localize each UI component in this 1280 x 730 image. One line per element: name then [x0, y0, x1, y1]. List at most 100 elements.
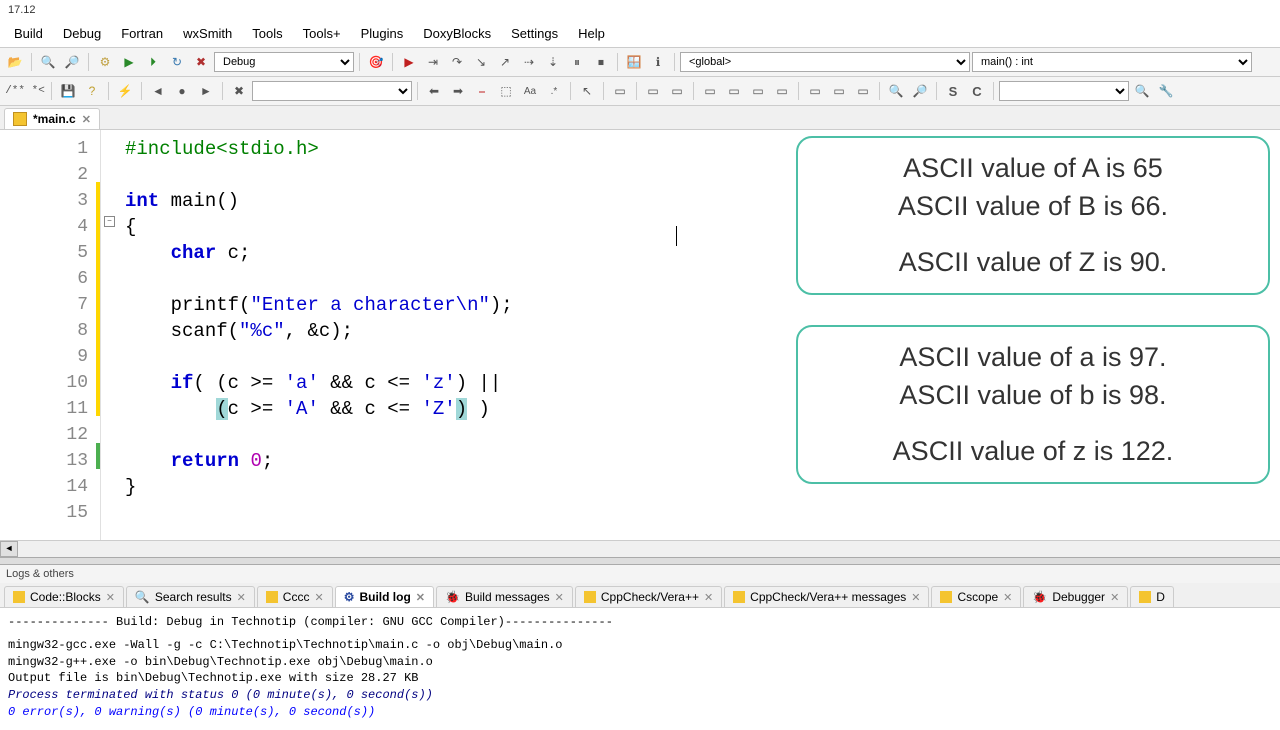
- menu-help[interactable]: Help: [568, 20, 615, 47]
- match-case-icon[interactable]: Aa: [519, 80, 541, 102]
- build-run-icon[interactable]: ⏵: [142, 51, 164, 73]
- step-into-icon[interactable]: ↘: [470, 51, 492, 73]
- menu-fortran[interactable]: Fortran: [111, 20, 173, 47]
- codeblocks-icon: [13, 591, 25, 603]
- scroll-left-icon[interactable]: ◄: [0, 541, 18, 557]
- menu-toolsplus[interactable]: Tools+: [293, 20, 351, 47]
- menu-plugins[interactable]: Plugins: [351, 20, 414, 47]
- break-icon[interactable]: ⏸: [566, 51, 588, 73]
- info-icon[interactable]: ℹ: [647, 51, 669, 73]
- close-icon[interactable]: ✕: [1110, 591, 1119, 604]
- close-icon[interactable]: ✕: [704, 591, 713, 604]
- step-out-icon[interactable]: ↗: [494, 51, 516, 73]
- search-combo[interactable]: [999, 81, 1129, 101]
- menu-build[interactable]: Build: [4, 20, 53, 47]
- log-line: mingw32-g++.exe -o bin\Debug\Technotip.e…: [8, 654, 1272, 671]
- source-icon[interactable]: S: [942, 80, 964, 102]
- function-select[interactable]: main() : int: [972, 52, 1252, 72]
- nav-current-icon[interactable]: ●: [171, 80, 193, 102]
- close-icon[interactable]: ✕: [237, 591, 246, 604]
- debug-run-icon[interactable]: ▶: [398, 51, 420, 73]
- menu-doxyblocks[interactable]: DoxyBlocks: [413, 20, 501, 47]
- build-config-select[interactable]: Debug: [214, 52, 354, 72]
- close-icon[interactable]: ✕: [1003, 591, 1012, 604]
- wand-icon[interactable]: ⚡: [114, 80, 136, 102]
- close-icon[interactable]: ✕: [416, 591, 425, 604]
- find-icon[interactable]: 🔍: [37, 51, 59, 73]
- tab-more[interactable]: D: [1130, 586, 1174, 607]
- btn7-icon[interactable]: ▭: [804, 80, 826, 102]
- nav-back-icon[interactable]: ◄: [147, 80, 169, 102]
- file-tab-main-c[interactable]: *main.c ✕: [4, 108, 100, 129]
- tab-build-log[interactable]: ⚙Build log✕: [335, 586, 434, 607]
- btn8-icon[interactable]: ▭: [828, 80, 850, 102]
- find-replace-icon[interactable]: 🔎: [61, 51, 83, 73]
- scope-select[interactable]: <global>: [680, 52, 970, 72]
- btn9-icon[interactable]: ▭: [852, 80, 874, 102]
- abort-icon[interactable]: ✖: [190, 51, 212, 73]
- menu-tools[interactable]: Tools: [242, 20, 292, 47]
- log-line: Process terminated with status 0 (0 minu…: [8, 687, 1272, 704]
- build-icon[interactable]: ⚙: [94, 51, 116, 73]
- btn1-icon[interactable]: ▭: [642, 80, 664, 102]
- tab-codeblocks[interactable]: Code::Blocks✕: [4, 586, 124, 607]
- close-icon[interactable]: ✕: [82, 113, 91, 126]
- menu-debug[interactable]: Debug: [53, 20, 111, 47]
- options-icon[interactable]: 🔧: [1155, 80, 1177, 102]
- refresh-icon[interactable]: C: [966, 80, 988, 102]
- btn6-icon[interactable]: ▭: [771, 80, 793, 102]
- menu-settings[interactable]: Settings: [501, 20, 568, 47]
- tab-search-results[interactable]: 🔍Search results✕: [126, 586, 255, 607]
- code-text-area[interactable]: #include<stdio.h> int main() { char c; p…: [119, 130, 1280, 540]
- btn3-icon[interactable]: ▭: [699, 80, 721, 102]
- btn5-icon[interactable]: ▭: [747, 80, 769, 102]
- open-icon[interactable]: 📂: [4, 51, 26, 73]
- comment-block-icon[interactable]: /** *<: [4, 80, 46, 102]
- file-tab-label: *main.c: [33, 112, 76, 126]
- regex-icon[interactable]: .*: [543, 80, 565, 102]
- log-line: Output file is bin\Debug\Technotip.exe w…: [8, 670, 1272, 687]
- tab-cppcheck-messages[interactable]: CppCheck/Vera++ messages✕: [724, 586, 929, 607]
- run-to-cursor-icon[interactable]: ⇥: [422, 51, 444, 73]
- tab-build-messages[interactable]: 🐞Build messages✕: [436, 586, 573, 607]
- btn2-icon[interactable]: ▭: [666, 80, 688, 102]
- pointer-icon[interactable]: ↖: [576, 80, 598, 102]
- forward-icon[interactable]: ➡: [447, 80, 469, 102]
- close-icon[interactable]: ✕: [314, 591, 323, 604]
- zoom-out-icon[interactable]: 🔎: [909, 80, 931, 102]
- close-icon[interactable]: ✕: [555, 591, 564, 604]
- step-instr-icon[interactable]: ⇢: [518, 51, 540, 73]
- highlight-icon[interactable]: ⎯: [471, 80, 493, 102]
- tab-cppcheck[interactable]: CppCheck/Vera++✕: [575, 586, 722, 607]
- jump-select[interactable]: [252, 81, 412, 101]
- splitter[interactable]: [0, 557, 1280, 565]
- log-line: mingw32-gcc.exe -Wall -g -c C:\Technotip…: [8, 637, 1272, 654]
- code-editor[interactable]: 1 2 3 4 5 6 7 8 9 10 11 12 13 14 15 − #i…: [0, 130, 1280, 540]
- rebuild-icon[interactable]: ↻: [166, 51, 188, 73]
- close-icon[interactable]: ✕: [106, 591, 115, 604]
- select-icon[interactable]: ⬚: [495, 80, 517, 102]
- help-icon[interactable]: ?: [81, 80, 103, 102]
- zoom-in-icon[interactable]: 🔍: [885, 80, 907, 102]
- stop-icon[interactable]: ⏹: [590, 51, 612, 73]
- nav-fwd-icon[interactable]: ►: [195, 80, 217, 102]
- back-icon[interactable]: ⬅: [423, 80, 445, 102]
- tab-cccc[interactable]: Cccc✕: [257, 586, 333, 607]
- editor-h-scrollbar[interactable]: ◄: [0, 540, 1280, 557]
- menu-wxsmith[interactable]: wxSmith: [173, 20, 242, 47]
- step-next-icon[interactable]: ↷: [446, 51, 468, 73]
- run-icon[interactable]: ▶: [118, 51, 140, 73]
- tab-debugger[interactable]: 🐞Debugger✕: [1023, 586, 1128, 607]
- search-go-icon[interactable]: 🔍: [1131, 80, 1153, 102]
- close-icon[interactable]: ✕: [911, 591, 920, 604]
- debug-windows-icon[interactable]: 🪟: [623, 51, 645, 73]
- fold-toggle-icon[interactable]: −: [104, 216, 115, 227]
- clear-icon[interactable]: ✖: [228, 80, 250, 102]
- step-into-instr-icon[interactable]: ⇣: [542, 51, 564, 73]
- tab-cscope[interactable]: Cscope✕: [931, 586, 1021, 607]
- target-icon[interactable]: 🎯: [365, 51, 387, 73]
- diskette-icon[interactable]: 💾: [57, 80, 79, 102]
- btn4-icon[interactable]: ▭: [723, 80, 745, 102]
- rect-icon[interactable]: ▭: [609, 80, 631, 102]
- build-log-output[interactable]: -------------- Build: Debug in Technotip…: [0, 608, 1280, 730]
